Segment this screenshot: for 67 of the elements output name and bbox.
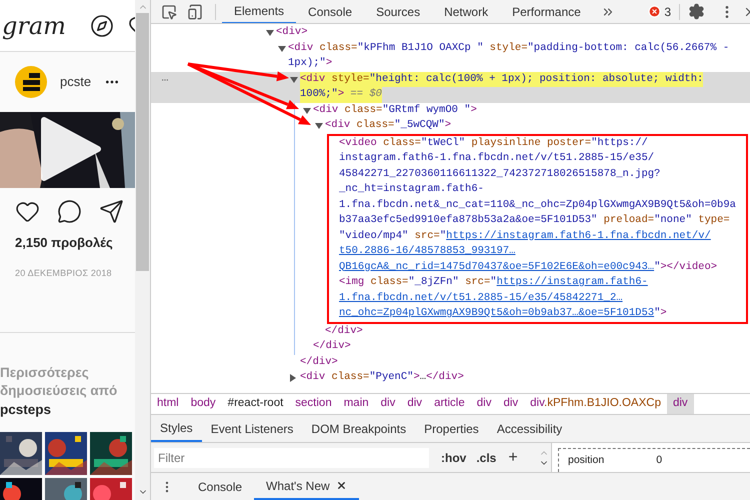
triangle-down-icon[interactable] bbox=[315, 123, 323, 129]
code-line: QB16gcA&_nc_rid=1475d70437&oe=5F102E6E&oh=e00c943…"></video> bbox=[339, 260, 718, 274]
code-line: 45842271_2270360116611322_742372718026515878_n.jpg? bbox=[339, 166, 660, 182]
code-line: 1.fna.fbcdn.net&_nc_cat=110&_nc_ohc=Zp04plGXwmgAX9B9Qt5&oh=0b9a bbox=[339, 198, 736, 212]
scroll-thumb[interactable] bbox=[136, 13, 149, 271]
inspect-icon[interactable] bbox=[161, 4, 177, 20]
play-icon[interactable] bbox=[40, 116, 102, 182]
account-link[interactable]: pcsteps bbox=[0, 400, 135, 420]
code-line: <video class="tWeCl" playsinline poster="https:// bbox=[339, 136, 648, 150]
code-line: "video/mp4" src="https://instagram.fath6-1.fna.fbcdn.net/v/ bbox=[339, 228, 711, 244]
url-link[interactable]: QB16gcA&_nc_rid=1475d70437&oe=5F102E6E&oh=e00c943… bbox=[339, 260, 654, 272]
devtools-tab[interactable]: Console bbox=[296, 0, 364, 23]
scrollbar[interactable] bbox=[135, 0, 150, 500]
panel-tab[interactable]: Properties bbox=[415, 415, 488, 442]
close-icon[interactable] bbox=[336, 480, 347, 491]
comment-icon[interactable] bbox=[57, 199, 82, 224]
url-link[interactable]: https://instagram.fath6-1.fna.fbcdn.net/v/ bbox=[446, 230, 711, 242]
code-line: <div class="_5wCQW"> bbox=[325, 118, 452, 133]
code-line: instagram.fath6-1.fna.fbcdn.net/v/t51.2885-15/e35/ bbox=[339, 151, 654, 166]
triangle-down-icon[interactable] bbox=[290, 76, 298, 82]
drawer-tab[interactable]: What's New bbox=[254, 473, 359, 500]
triangle-down-icon[interactable] bbox=[303, 108, 311, 114]
url-link[interactable]: nc_ohc=Zp04plGXwmgAX9B9Qt5&oh=0b9ab37…&oe=5F101D53 bbox=[339, 307, 654, 319]
selected-row[interactable]: <div style="height: calc(100% + 1px); position: absolute; width: 100%;"> == $0 bbox=[151, 72, 750, 102]
panel-tab[interactable]: Accessibility bbox=[488, 415, 572, 442]
section-heading: Περισσότερες δημοσιεύσεις από bbox=[0, 364, 118, 400]
drawer-tab[interactable]: Console bbox=[186, 473, 254, 500]
devtools-tab[interactable]: Sources bbox=[364, 0, 432, 23]
compass-icon[interactable] bbox=[90, 14, 114, 38]
error-count[interactable]: 3 bbox=[664, 2, 671, 20]
panel-tab[interactable]: DOM Breakpoints bbox=[302, 415, 416, 442]
box-model-label: position bbox=[568, 452, 604, 468]
code-line: _nc_ht=instagram.fath6- bbox=[339, 182, 484, 197]
devtools-tab[interactable]: Performance bbox=[500, 0, 593, 23]
username[interactable]: pcste bbox=[60, 72, 92, 92]
error-icon[interactable] bbox=[648, 5, 662, 18]
breadcrumb[interactable]: div bbox=[666, 394, 694, 414]
filter-field[interactable]: Filter bbox=[154, 448, 429, 468]
code-line: 1px);"> bbox=[288, 56, 332, 71]
code-line: <div> bbox=[276, 25, 308, 40]
settings-icon[interactable] bbox=[688, 3, 705, 20]
code-line: <img class="_8jZFn" src="https://instagram.fath6- bbox=[339, 275, 648, 290]
triangle-down-icon[interactable] bbox=[266, 30, 274, 36]
code-line: nc_ohc=Zp04plGXwmgAX9B9Qt5&oh=0b9ab37…&oe=5F101D53"> bbox=[339, 306, 667, 321]
code-line: b37aa3efc5ed9910efa878b53a2a&oe=5F101D53" preload="none" type= bbox=[339, 213, 730, 228]
class-button[interactable]: .cls bbox=[476, 448, 496, 466]
code-line: <div class="kPFhm B1J1O OAXCp " style="padding-bottom: calc(56.2667% - bbox=[288, 40, 730, 56]
url-link[interactable]: t50.2886-16/48578853_993197… bbox=[339, 245, 516, 257]
hover-state-button[interactable]: :hov bbox=[441, 448, 466, 466]
avatar[interactable] bbox=[15, 66, 47, 98]
code-line: <div class="GRtmf wymO0 "> bbox=[313, 102, 477, 118]
send-icon[interactable] bbox=[99, 199, 124, 224]
triangle-down-icon[interactable] bbox=[278, 46, 286, 52]
url-link[interactable]: 1.fna.fbcdn.net/v/t51.2885-15/e35/45842271_2… bbox=[339, 292, 623, 304]
panel-tab[interactable]: Event Listeners bbox=[202, 415, 302, 442]
url-link[interactable]: https://instagram.fath6- bbox=[496, 276, 648, 288]
device-icon[interactable] bbox=[187, 4, 203, 20]
new-rule-button[interactable]: + bbox=[508, 446, 518, 470]
code-line: <div class="PyenC">…</div> bbox=[300, 370, 464, 385]
code-line: </div> bbox=[325, 324, 363, 338]
box-model-value: 0 bbox=[656, 452, 662, 468]
code-line: </div> bbox=[313, 339, 351, 354]
view-count[interactable]: 2,150 προβολές bbox=[0, 233, 135, 252]
devtools-tab[interactable]: Network bbox=[432, 0, 500, 23]
triangle-right-icon[interactable] bbox=[290, 374, 296, 382]
code-line: </div> bbox=[300, 354, 338, 370]
devtools-tab[interactable]: Elements bbox=[222, 0, 296, 23]
